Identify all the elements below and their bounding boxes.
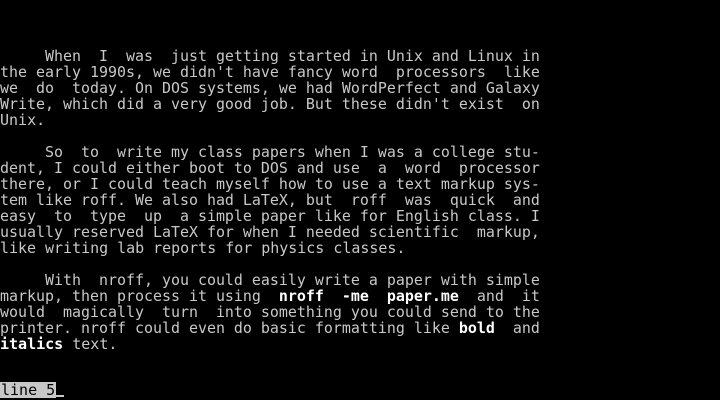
text-cursor [56,395,64,397]
text-line-3: we do today. On DOS systems, we had Word… [0,79,540,97]
text-line-2: the early 1990s, we didn't have fancy wo… [0,63,540,81]
text-line-9: tem like roff. We also had LaTeX, but ro… [0,191,540,209]
text-line-17: italics text. [0,336,117,352]
text-segment: text. [63,335,118,353]
text-line-4: Write, which did a very good job. But th… [0,95,540,113]
text-line-1: When I was just getting started in Unix … [0,47,540,65]
bold-word: bold [458,319,495,337]
text-line-16: printer. nroff could even do basic forma… [0,320,540,336]
text-line-11: usually reserved LaTeX for when I needed… [0,223,540,241]
bold-word-italics: italics [0,335,64,353]
text-line-13: With nroff, you could easily write a pap… [0,271,540,289]
text-line-8: there, or I could teach myself how to us… [0,175,540,193]
text-line-15: would magically turn into something you … [0,303,540,321]
terminal-screen[interactable]: When I was just getting started in Unix … [0,0,720,400]
text-segment: and [494,319,540,337]
text-line-5: Unix. [0,111,46,129]
text-line-10: easy to type up a simple paper like for … [0,207,540,225]
text-line-6: So to write my class papers when I was a… [0,143,540,161]
text-line-12: like writing lab reports for physics cla… [0,239,406,257]
text-line-14: markup, then process it using nroff -me … [0,288,540,304]
text-line-7: dent, I could either boot to DOS and use… [0,159,540,177]
pager-status-prompt[interactable]: line 5 [0,382,57,398]
